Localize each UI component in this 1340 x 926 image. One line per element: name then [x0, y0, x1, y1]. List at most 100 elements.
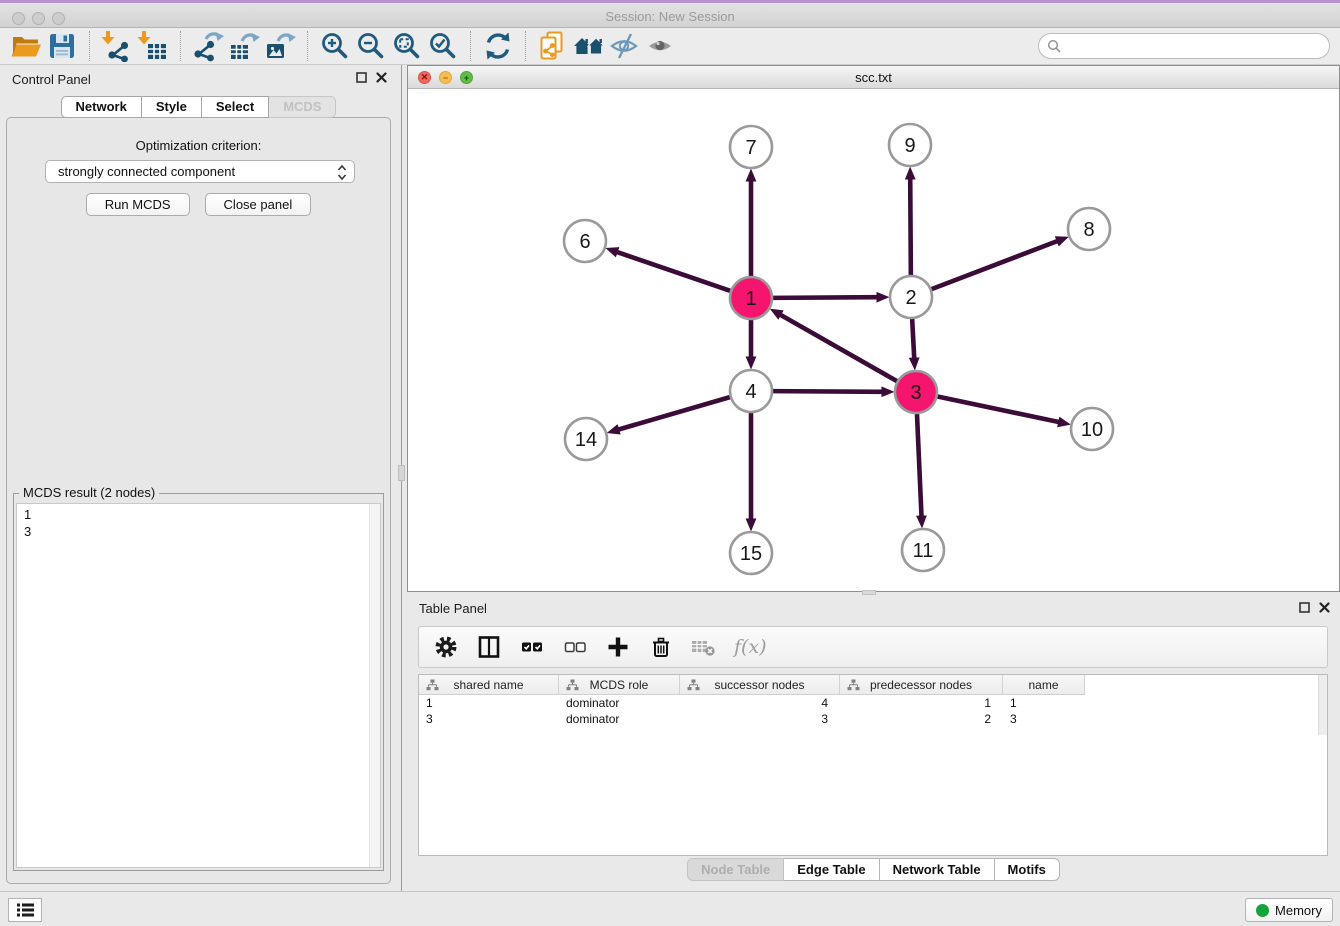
edge-1-2[interactable] [773, 297, 877, 298]
splitter-grip[interactable] [398, 465, 405, 481]
status-bar: Memory [0, 891, 1340, 926]
tab-style[interactable]: Style [142, 96, 202, 118]
refresh-layout-button[interactable] [480, 29, 516, 63]
column-layout-button[interactable] [476, 634, 502, 660]
table-cell[interactable]: 3 [419, 712, 559, 728]
delete-table-button[interactable] [691, 634, 717, 660]
tab-motifs[interactable]: Motifs [995, 858, 1060, 881]
control-panel-title: Control Panel [12, 72, 91, 87]
float-panel-icon[interactable] [1299, 602, 1310, 613]
table-cell[interactable]: 2 [840, 712, 1003, 728]
column-header-predecessor-nodes[interactable]: predecessor nodes [840, 675, 1003, 695]
search-input[interactable] [1067, 39, 1329, 54]
mcds-result-value: 3 [24, 523, 380, 540]
tab-mcds[interactable]: MCDS [269, 96, 336, 118]
edge-4-14[interactable] [619, 397, 730, 429]
tab-select[interactable]: Select [202, 96, 269, 118]
edge-2-3[interactable] [912, 319, 914, 358]
zoom-in-button[interactable] [317, 29, 353, 63]
edge-3-11[interactable] [917, 414, 922, 516]
mcds-result-title: MCDS result (2 nodes) [19, 485, 159, 500]
save-session-button[interactable] [44, 29, 80, 63]
edge-2-9[interactable] [910, 179, 911, 275]
table-scrollbar[interactable] [1318, 675, 1327, 735]
deselect-all-columns-button[interactable] [562, 634, 588, 660]
control-panel-tabs: NetworkStyleSelectMCDS [0, 96, 397, 118]
eye-icon [645, 30, 677, 62]
node-table: shared name MCDS role successor nodes prede… [418, 674, 1328, 856]
table-panel-title: Table Panel [419, 601, 487, 616]
import-network-button[interactable] [99, 29, 135, 63]
close-panel-button[interactable]: Close panel [205, 193, 312, 216]
import-network-icon [101, 30, 133, 62]
delete-column-button[interactable] [648, 634, 674, 660]
table-settings-button[interactable] [433, 634, 459, 660]
zoom-out-button[interactable] [353, 29, 389, 63]
column-header-label: predecessor nodes [870, 678, 972, 692]
memory-label: Memory [1275, 903, 1322, 918]
node-label-10: 10 [1081, 419, 1103, 441]
zoom-selected-button[interactable] [425, 29, 461, 63]
zoom-fit-icon [391, 30, 423, 62]
criterion-dropdown[interactable]: strongly connected component [45, 160, 355, 183]
column-header-label: MCDS role [590, 678, 649, 692]
tab-network-table[interactable]: Network Table [880, 858, 995, 881]
column-header-shared-name[interactable]: shared name [419, 675, 559, 695]
edge-4-3[interactable] [773, 391, 882, 392]
table-cell[interactable]: 4 [680, 696, 840, 712]
export-image-button[interactable] [262, 29, 298, 63]
close-panel-icon[interactable] [376, 72, 387, 83]
edge-1-6[interactable] [617, 252, 730, 291]
table-row[interactable]: 1dominator411 [419, 696, 1327, 712]
edge-3-10[interactable] [938, 397, 1059, 422]
search-box[interactable] [1038, 33, 1330, 59]
run-mcds-button[interactable]: Run MCDS [86, 193, 190, 216]
export-network-button[interactable] [190, 29, 226, 63]
column-header-label: name [1028, 678, 1058, 692]
mcds-result-list[interactable]: 13 [16, 503, 381, 868]
network-canvas[interactable]: 7968124314101511 [408, 89, 1339, 591]
table-cell[interactable]: 1 [1003, 696, 1085, 712]
table-cell[interactable]: 3 [680, 712, 840, 728]
table-cell[interactable]: 1 [419, 696, 559, 712]
close-panel-icon[interactable] [1319, 602, 1330, 613]
network-view-window: ✕ − + scc.txt 7968124314101511 [407, 65, 1340, 592]
vertical-splitter[interactable] [397, 65, 407, 891]
eye-slash-icon [609, 30, 641, 62]
column-header-name[interactable]: name [1003, 675, 1085, 695]
table-cell[interactable]: 1 [840, 696, 1003, 712]
tab-network[interactable]: Network [61, 96, 142, 118]
show-all-button[interactable] [643, 29, 679, 63]
float-panel-icon[interactable] [356, 72, 367, 83]
edge-3-1[interactable] [781, 315, 897, 381]
node-label-3: 3 [910, 382, 921, 404]
toolbar-separator [470, 31, 471, 61]
function-builder-button[interactable]: f(x) [734, 634, 767, 660]
task-history-button[interactable] [8, 898, 42, 922]
select-all-columns-button[interactable] [519, 634, 545, 660]
import-table-button[interactable] [135, 29, 171, 63]
tab-edge-table[interactable]: Edge Table [784, 858, 879, 881]
tab-node-table[interactable]: Node Table [687, 858, 784, 881]
table-cell[interactable]: dominator [559, 712, 680, 728]
clone-network-button[interactable] [535, 29, 571, 63]
network-graph[interactable]: 7968124314101511 [408, 89, 1339, 591]
table-row[interactable]: 3dominator323 [419, 712, 1327, 728]
edge-2-8[interactable] [932, 241, 1058, 289]
zoom-fit-button[interactable] [389, 29, 425, 63]
table-cell[interactable]: 3 [1003, 712, 1085, 728]
column-header-MCDS-role[interactable]: MCDS role [559, 675, 680, 695]
table-panel: Table Panel [407, 595, 1340, 891]
network-window-titlebar[interactable]: ✕ − + scc.txt [408, 66, 1339, 89]
first-neighbors-button[interactable] [571, 29, 607, 63]
column-header-label: successor nodes [714, 678, 804, 692]
export-table-button[interactable] [226, 29, 262, 63]
open-session-button[interactable] [8, 29, 44, 63]
table-cell[interactable]: dominator [559, 696, 680, 712]
checked-boxes-icon [520, 635, 544, 659]
memory-button[interactable]: Memory [1245, 898, 1333, 922]
column-header-successor-nodes[interactable]: successor nodes [680, 675, 840, 695]
add-column-button[interactable] [605, 634, 631, 660]
result-scrollbar[interactable] [369, 504, 380, 867]
hide-selected-button[interactable] [607, 29, 643, 63]
